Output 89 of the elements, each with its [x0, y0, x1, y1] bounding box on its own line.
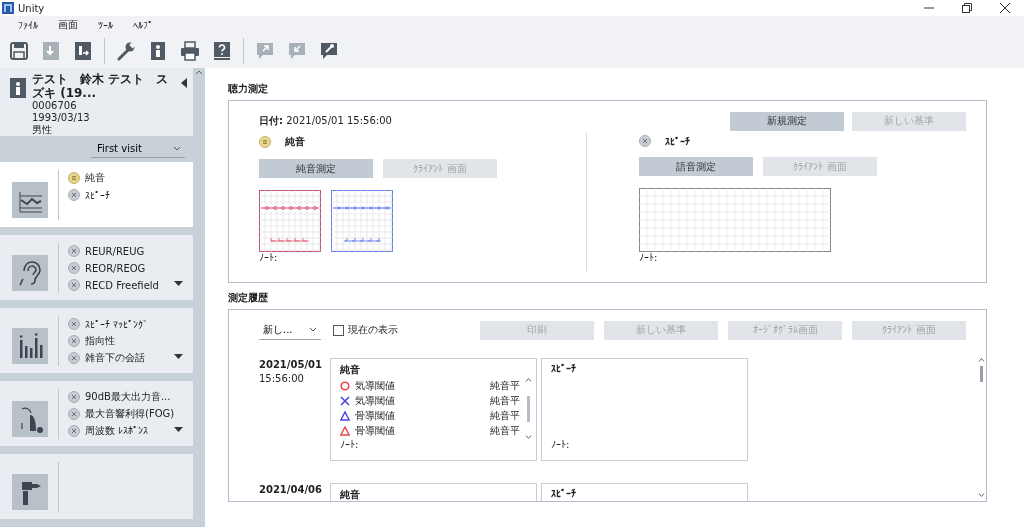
measurement-item[interactable]: REUR/REUG [85, 245, 145, 257]
result-card[interactable]: ｽﾋﾟｰﾁ [541, 483, 748, 501]
measurement-item[interactable]: 指向性 [85, 334, 115, 349]
line-chart-icon [12, 181, 48, 218]
legend-value: 純音平 [490, 378, 521, 393]
legend-label: 骨導閾値 [355, 408, 396, 423]
result-card[interactable]: 純音 [330, 483, 537, 501]
save-icon[interactable] [8, 40, 30, 62]
menu-item[interactable]: ﾌｧｲﾙ [8, 19, 48, 31]
birth-date: 1993/03/13 [32, 112, 91, 124]
app-icon [2, 2, 14, 14]
result-card[interactable]: ｽﾋﾟｰﾁ ﾉｰﾄ: [541, 358, 748, 461]
test-type-label: ｽﾋﾟｰﾁ [665, 135, 690, 147]
measurement-item[interactable]: ｽﾋﾟｰﾁ [85, 189, 110, 201]
bar-chart-icon [12, 327, 48, 364]
chevron-down-icon [173, 145, 181, 151]
measurement-item[interactable]: 最大音響利得(FOG) [85, 407, 175, 422]
checkbox[interactable] [333, 324, 344, 336]
chevron-down-icon [309, 327, 317, 332]
patient-id: 0006706 [32, 100, 78, 112]
measurement-item[interactable]: 90dB最大出力音... [85, 390, 171, 405]
legend-label: 骨導閾値 [355, 423, 396, 438]
card-title: ｽﾋﾟｰﾁ [551, 488, 577, 501]
menu-item[interactable]: 画面 [48, 18, 88, 32]
measurement-item[interactable]: 雑音下の会話 [85, 351, 145, 366]
checkbox-label[interactable]: 現在の表示 [348, 323, 398, 337]
visit-dropdown[interactable]: First visit [91, 139, 185, 158]
measurement-item[interactable]: 周波数 ﾚｽﾎﾟﾝｽ [85, 424, 149, 439]
measurement-item[interactable]: 純音 [85, 171, 105, 186]
wrench-icon[interactable] [115, 40, 137, 62]
note-label: ﾉｰﾄ: [639, 252, 659, 263]
scroll-up-icon[interactable] [977, 358, 985, 362]
card-title: ｽﾋﾟｰﾁ [551, 363, 577, 376]
history-date: 2021/04/06 [259, 483, 323, 497]
test-type-label: 純音 [285, 135, 305, 149]
section-title: 聴力測定 [228, 82, 269, 96]
note-label: ﾉｰﾄ: [340, 439, 360, 450]
measurement-group[interactable]: 90dB最大出力音... 最大音響利得(FOG) 周波数 ﾚｽﾎﾟﾝｽ [0, 380, 193, 446]
action-button[interactable]: 新規測定 [730, 111, 844, 131]
legend-label: 気導閾値 [355, 393, 396, 408]
test-date: 日付: 2021/05/01 15:56:00 [259, 114, 392, 128]
scroll-up-icon[interactable] [524, 378, 532, 383]
dropdown-arrow-icon[interactable] [174, 426, 183, 432]
note-label: ﾉｰﾄ: [551, 439, 571, 450]
scroll-up-icon[interactable] [195, 70, 203, 75]
measurement-item[interactable]: RECD Freefield [85, 279, 159, 291]
legend-value: 純音平 [490, 423, 521, 438]
measurement-group[interactable]: 純音 ｽﾋﾟｰﾁ [0, 161, 193, 227]
close-icon[interactable] [1000, 3, 1010, 13]
legend-label: 気導閾値 [355, 378, 396, 393]
hearing-aid-icon [12, 400, 48, 437]
section-title: 測定履歴 [228, 291, 269, 305]
audiogram-thumbnail[interactable] [259, 190, 321, 252]
dropdown-arrow-icon[interactable] [174, 280, 183, 286]
legend-value: 純音平 [490, 393, 521, 408]
history-date: 2021/05/01 [259, 358, 323, 372]
printer-icon[interactable] [179, 40, 201, 62]
history-time: 15:56:00 [259, 372, 305, 386]
legend-value: 純音平 [490, 408, 521, 423]
test-button[interactable]: 語音測定 [639, 157, 753, 176]
speech-bubble-icon[interactable] [318, 40, 340, 62]
measurement-group[interactable]: REUR/REUG REOR/REOG RECD Freefield [0, 234, 193, 300]
test-button[interactable]: 純音測定 [259, 159, 373, 178]
probe-icon [12, 473, 48, 510]
window-title: Unity [18, 2, 45, 14]
scroll-down-icon[interactable] [977, 493, 985, 497]
menu-item[interactable]: ﾍﾙﾌﾟ [123, 19, 163, 31]
card-title: 純音 [340, 488, 361, 501]
result-card[interactable]: 純音 気導閾値 純音平 気導閾値 純音平 骨導閾値 純音平 骨導閾値 純音平 ﾉｰﾄ: [330, 358, 537, 461]
scroll-thumb[interactable] [979, 366, 983, 382]
patient-name: テスト 鈴木 テスト スズキ (19... [32, 72, 170, 100]
restore-icon[interactable] [962, 3, 972, 13]
speech-chart-thumbnail[interactable] [639, 188, 831, 252]
patient-sex: 男性 [32, 124, 53, 136]
help-icon[interactable] [211, 40, 233, 62]
scroll-thumb[interactable] [526, 395, 530, 422]
dropdown-arrow-icon[interactable] [174, 353, 183, 359]
ear-icon [12, 254, 48, 291]
collapse-icon[interactable] [181, 78, 187, 88]
card-title: 純音 [340, 363, 361, 377]
scroll-down-icon[interactable] [524, 435, 532, 439]
measurement-group[interactable]: ｽﾋﾟｰﾁ ﾏｯﾋﾟﾝｸﾞ 指向性 雑音下の会話 [0, 307, 193, 373]
audiogram-thumbnail[interactable] [331, 190, 393, 252]
document-icon[interactable] [72, 40, 94, 62]
sort-dropdown[interactable]: 新し... [259, 320, 321, 340]
note-label: ﾉｰﾄ: [259, 252, 279, 263]
measurement-item[interactable]: ｽﾋﾟｰﾁ ﾏｯﾋﾟﾝｸﾞ [85, 318, 149, 330]
measurement-item[interactable]: REOR/REOG [85, 262, 146, 274]
menu-item[interactable]: ﾂｰﾙ [88, 19, 123, 31]
